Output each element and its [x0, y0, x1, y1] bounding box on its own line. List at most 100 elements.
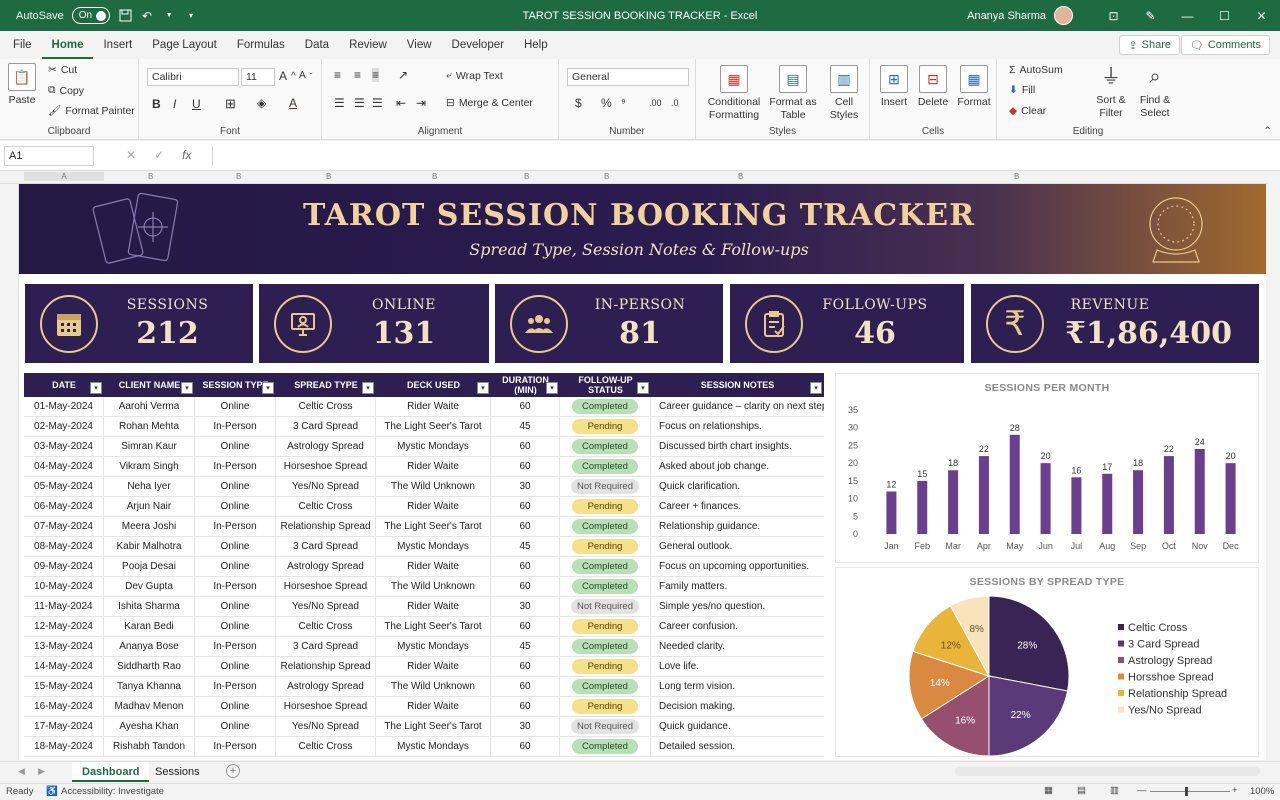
table-cell[interactable]: In-Person	[195, 737, 276, 757]
table-cell[interactable]: Not Required	[560, 717, 651, 737]
bar[interactable]	[917, 480, 928, 534]
table-cell[interactable]: Astrology Spread	[276, 557, 376, 577]
pen-icon[interactable]: ✎	[1132, 0, 1169, 31]
table-cell[interactable]: Rider Waite	[376, 657, 491, 677]
cancel-icon[interactable]: ✕	[126, 148, 136, 162]
autosave-toggle[interactable]: On	[71, 7, 111, 24]
table-cell[interactable]: Online	[195, 617, 276, 637]
bar[interactable]	[1040, 463, 1051, 534]
table-cell[interactable]: Focus on upcoming opportunities.	[651, 557, 824, 577]
table-cell[interactable]: Completed	[560, 677, 651, 697]
table-cell[interactable]: 03-May-2024	[24, 437, 104, 457]
table-cell[interactable]: 07-May-2024	[24, 517, 104, 537]
zoom-slider[interactable]	[1150, 791, 1230, 792]
decrease-decimal-icon[interactable]: .0	[671, 98, 679, 108]
table-cell[interactable]: 45	[491, 537, 560, 557]
table-cell[interactable]: Tanya Khanna	[104, 677, 195, 697]
bar[interactable]	[1009, 434, 1020, 534]
currency-icon[interactable]: $	[575, 96, 582, 110]
table-cell[interactable]: Rider Waite	[376, 497, 491, 517]
table-cell[interactable]: Completed	[560, 397, 651, 417]
table-cell[interactable]: 3 Card Spread	[276, 417, 376, 437]
table-cell[interactable]: 08-May-2024	[24, 537, 104, 557]
bar[interactable]	[1163, 456, 1174, 534]
table-cell[interactable]: 12-May-2024	[24, 617, 104, 637]
table-cell[interactable]: Discussed birth chart insights.	[651, 437, 824, 457]
table-cell[interactable]: 06-May-2024	[24, 497, 104, 517]
bold-icon[interactable]: B	[152, 97, 161, 111]
formula-input[interactable]	[212, 146, 1272, 166]
table-cell[interactable]: Mystic Mondays	[376, 437, 491, 457]
table-cell[interactable]: Horseshoe Spread	[276, 697, 376, 717]
font-name-select[interactable]: Calibri	[147, 68, 239, 86]
table-cell[interactable]: Astrology Spread	[276, 437, 376, 457]
table-cell[interactable]: 3 Card Spread	[276, 537, 376, 557]
table-cell[interactable]: The Light Seer's Tarot	[376, 517, 491, 537]
zoom-level[interactable]: 100%	[1250, 786, 1274, 797]
sessions-by-spread-chart[interactable]: SESSIONS BY SPREAD TYPE 28% 22% 16% 14% 12% 8…	[835, 567, 1259, 757]
bar[interactable]	[1194, 448, 1205, 534]
bar[interactable]	[886, 491, 897, 534]
bar[interactable]	[948, 470, 959, 534]
normal-view-icon[interactable]: ▦	[1044, 785, 1053, 796]
table-cell[interactable]: Rohan Mehta	[104, 417, 195, 437]
table-cell[interactable]: The Wild Unknown	[376, 677, 491, 697]
sheet-tab-dashboard[interactable]: Dashboard	[72, 762, 150, 782]
table-cell[interactable]: 60	[491, 617, 560, 637]
table-cell[interactable]: Pending	[560, 537, 651, 557]
table-cell[interactable]: Meera Joshi	[104, 517, 195, 537]
avatar[interactable]	[1054, 6, 1073, 25]
conditional-formatting-button[interactable]: ▦ Conditional Formatting	[704, 65, 764, 122]
zoom-slider-thumb[interactable]	[1185, 787, 1188, 796]
table-cell[interactable]: Rider Waite	[376, 457, 491, 477]
table-cell[interactable]: Ayesha Khan	[104, 717, 195, 737]
zoom-out-icon[interactable]: —	[1137, 785, 1147, 796]
table-cell[interactable]: Mystic Mondays	[376, 537, 491, 557]
grow-font-icon[interactable]: A ^	[279, 69, 296, 83]
table-cell[interactable]: Rider Waite	[376, 597, 491, 617]
format-as-table-button[interactable]: ▤ Format as Table	[766, 65, 820, 122]
increase-decimal-icon[interactable]: .00	[649, 98, 662, 108]
filter-dropdown-icon[interactable]: ▾	[181, 382, 193, 394]
table-cell[interactable]: Mystic Mondays	[376, 737, 491, 757]
table-cell[interactable]: Kabir Malhotra	[104, 537, 195, 557]
font-size-select[interactable]: 11	[241, 68, 275, 86]
table-cell[interactable]: Decision making.	[651, 697, 824, 717]
table-cell[interactable]: Simple yes/no question.	[651, 597, 824, 617]
table-cell[interactable]: Dev Gupta	[104, 577, 195, 597]
table-cell[interactable]: Relationship Spread	[276, 657, 376, 677]
table-cell[interactable]: Family matters.	[651, 577, 824, 597]
table-cell[interactable]: 60	[491, 557, 560, 577]
merge-center-button[interactable]: ⊟ Merge & Center	[446, 97, 533, 109]
table-cell[interactable]: Online	[195, 437, 276, 457]
tab-view[interactable]: View	[397, 31, 442, 59]
table-cell[interactable]: Rishabh Tandon	[104, 737, 195, 757]
accessibility-icon[interactable]: ♿	[46, 786, 58, 797]
table-cell[interactable]: 60	[491, 457, 560, 477]
maximize-icon[interactable]: ☐	[1206, 0, 1243, 31]
table-cell[interactable]: Celtic Cross	[276, 617, 376, 637]
zoom-in-icon[interactable]: +	[1232, 785, 1238, 796]
table-cell[interactable]: Pooja Desai	[104, 557, 195, 577]
table-cell[interactable]: 16-May-2024	[24, 697, 104, 717]
copy-button[interactable]: ⧉ Copy	[48, 84, 84, 97]
table-cell[interactable]: 3 Card Spread	[276, 637, 376, 657]
table-cell[interactable]: 30	[491, 597, 560, 617]
table-cell[interactable]: 13-May-2024	[24, 637, 104, 657]
table-cell[interactable]: Completed	[560, 557, 651, 577]
borders-icon[interactable]: ⊞	[225, 96, 236, 112]
table-cell[interactable]: Rider Waite	[376, 557, 491, 577]
table-cell[interactable]: 14-May-2024	[24, 657, 104, 677]
table-cell[interactable]: 60	[491, 677, 560, 697]
bar[interactable]	[1225, 463, 1236, 534]
decrease-indent-icon[interactable]: ⇤	[396, 96, 406, 110]
table-cell[interactable]: Career confusion.	[651, 617, 824, 637]
column-header[interactable]: A	[24, 172, 104, 181]
clear-button[interactable]: ◆ Clear	[1009, 105, 1046, 117]
comma-icon[interactable]: ⁹	[621, 97, 626, 109]
table-cell[interactable]: Pending	[560, 617, 651, 637]
align-middle-icon[interactable]: ≡	[354, 68, 361, 82]
table-cell[interactable]: Online	[195, 597, 276, 617]
filter-dropdown-icon[interactable]: ▾	[637, 382, 649, 394]
table-cell[interactable]: Asked about job change.	[651, 457, 824, 477]
